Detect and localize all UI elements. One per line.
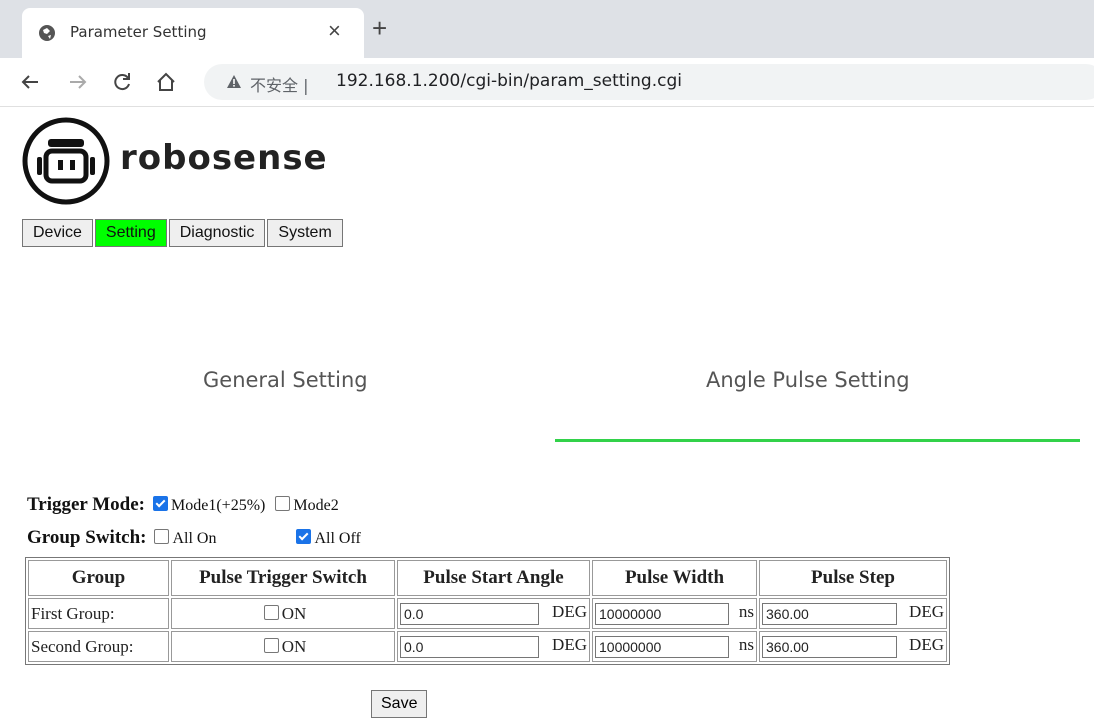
unit-label: DEG xyxy=(909,602,944,622)
nav-setting-button[interactable]: Setting xyxy=(94,219,167,247)
trigger-switch-cell: ON xyxy=(171,631,395,662)
address-bar[interactable]: 不安全 | 192.168.1.200/cgi-bin/param_settin… xyxy=(204,64,1094,100)
header-pulse-start-angle: Pulse Start Angle xyxy=(397,560,590,596)
first-pulse-width-input[interactable]: 10000000 xyxy=(595,602,729,625)
browser-toolbar: 不安全 | 192.168.1.200/cgi-bin/param_settin… xyxy=(0,58,1094,107)
on-label: ON xyxy=(281,636,307,656)
all-off-checkbox[interactable] xyxy=(296,529,312,544)
pulse-parameter-table: Group Pulse Trigger Switch Pulse Start A… xyxy=(25,557,950,665)
group-switch-row: Group Switch: All On All Off xyxy=(27,527,361,549)
active-tab-underline xyxy=(555,439,1080,442)
table-row: Second Group: ON 0.0 DEG 10000000 ns 360.0… xyxy=(28,631,947,662)
group-name-cell: Second Group: xyxy=(28,631,169,662)
second-pulse-step-input[interactable]: 360.00 xyxy=(762,635,897,658)
mode2-label: Mode2 xyxy=(293,497,339,514)
header-pulse-trigger-switch: Pulse Trigger Switch xyxy=(171,560,395,596)
second-pulse-width-input[interactable]: 10000000 xyxy=(595,635,729,658)
insecure-label[interactable]: 不安全 | xyxy=(250,72,308,96)
table-row: First Group: ON 0.0 DEG 10000000 ns 360.00… xyxy=(28,598,947,629)
unit-label: DEG xyxy=(552,635,587,655)
first-group-on-checkbox[interactable] xyxy=(263,604,279,620)
group-name-cell: First Group: xyxy=(28,598,169,629)
main-nav: Device Setting Diagnostic System xyxy=(22,219,345,249)
robosense-logo-icon xyxy=(22,117,110,205)
trigger-mode-row: Trigger Mode: Mode1(+25%) Mode2 xyxy=(27,494,339,516)
reload-icon[interactable] xyxy=(110,70,134,94)
header-pulse-width: Pulse Width xyxy=(592,560,757,596)
nav-diagnostic-button[interactable]: Diagnostic xyxy=(168,219,266,247)
start-angle-cell: 0.0 DEG xyxy=(397,631,590,662)
home-icon[interactable] xyxy=(154,70,178,94)
url-text[interactable]: 192.168.1.200/cgi-bin/param_setting.cgi xyxy=(336,71,682,91)
table-header-row: Group Pulse Trigger Switch Pulse Start A… xyxy=(28,560,947,596)
unit-label: DEG xyxy=(909,635,944,655)
header-pulse-step: Pulse Step xyxy=(759,560,947,596)
browser-tab[interactable]: Parameter Setting × xyxy=(22,8,364,58)
pulse-width-cell: 10000000 ns xyxy=(592,631,757,662)
on-label: ON xyxy=(281,603,307,623)
pulse-step-cell: 360.00 DEG xyxy=(759,598,947,629)
group-switch-label: Group Switch: xyxy=(27,527,147,548)
brand-name: robosense xyxy=(120,138,328,178)
forward-icon[interactable] xyxy=(66,70,90,94)
all-on-label: All On xyxy=(172,530,217,547)
unit-label: ns xyxy=(738,635,754,655)
tab-title: Parameter Setting xyxy=(70,23,207,41)
warning-icon[interactable] xyxy=(226,74,242,90)
nav-system-button[interactable]: System xyxy=(267,219,343,247)
trigger-mode-label: Trigger Mode: xyxy=(27,494,146,515)
mode2-checkbox[interactable] xyxy=(275,496,291,511)
close-tab-icon[interactable]: × xyxy=(328,19,341,43)
pulse-width-cell: 10000000 ns xyxy=(592,598,757,629)
all-on-checkbox[interactable] xyxy=(154,529,170,544)
tab-general-setting[interactable]: General Setting xyxy=(203,368,368,392)
header-group: Group xyxy=(28,560,169,596)
second-start-angle-input[interactable]: 0.0 xyxy=(400,635,539,658)
all-off-label: All Off xyxy=(314,530,361,547)
start-angle-cell: 0.0 DEG xyxy=(397,598,590,629)
pulse-step-cell: 360.00 DEG xyxy=(759,631,947,662)
second-group-on-checkbox[interactable] xyxy=(263,637,279,653)
unit-label: ns xyxy=(738,602,754,622)
new-tab-icon[interactable]: + xyxy=(372,15,387,41)
globe-icon xyxy=(39,25,55,41)
first-pulse-step-input[interactable]: 360.00 xyxy=(762,602,897,625)
nav-device-button[interactable]: Device xyxy=(22,219,93,247)
mode1-checkbox[interactable] xyxy=(153,496,169,511)
trigger-switch-cell: ON xyxy=(171,598,395,629)
save-button[interactable]: Save xyxy=(371,690,428,718)
first-start-angle-input[interactable]: 0.0 xyxy=(400,602,539,625)
tab-angle-pulse-setting[interactable]: Angle Pulse Setting xyxy=(706,368,910,392)
browser-tabstrip: Parameter Setting × + xyxy=(0,0,1094,58)
mode1-label: Mode1(+25%) xyxy=(171,497,266,514)
unit-label: DEG xyxy=(552,602,587,622)
back-icon[interactable] xyxy=(18,70,42,94)
